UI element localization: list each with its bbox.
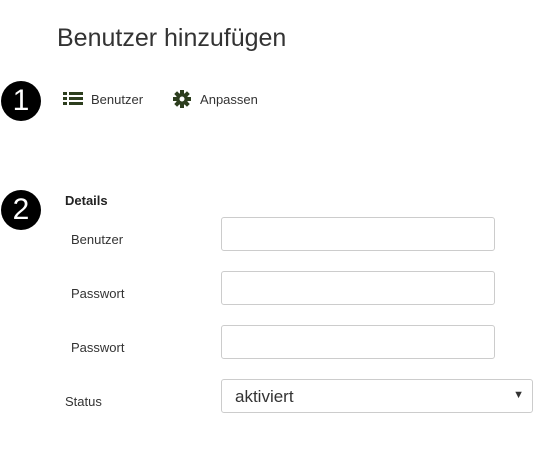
chevron-down-icon: ▼ — [513, 389, 524, 401]
toolbar: Benutzer Anpassen — [63, 88, 258, 110]
username-label: Benutzer — [71, 232, 124, 247]
status-label: Status — [65, 394, 102, 409]
password-label: Passwort — [71, 286, 125, 301]
step-badge-2: 2 — [1, 190, 41, 230]
details-section-title: Details — [65, 193, 108, 208]
username-input[interactable] — [221, 217, 495, 251]
password-input[interactable] — [221, 271, 495, 305]
password-confirm-label: Passwort — [71, 340, 125, 355]
users-link[interactable]: Benutzer — [63, 89, 143, 109]
step-badge-1: 1 — [1, 81, 41, 121]
list-icon — [63, 89, 83, 109]
gear-icon — [172, 89, 192, 109]
status-select[interactable]: aktiviert ▼ — [221, 379, 533, 413]
customize-link-label: Anpassen — [200, 91, 258, 107]
password-confirm-input[interactable] — [221, 325, 495, 359]
users-link-label: Benutzer — [91, 91, 144, 107]
customize-link[interactable]: Anpassen — [172, 89, 258, 109]
page-title: Benutzer hinzufügen — [57, 24, 287, 52]
status-select-value: aktiviert — [235, 387, 294, 406]
